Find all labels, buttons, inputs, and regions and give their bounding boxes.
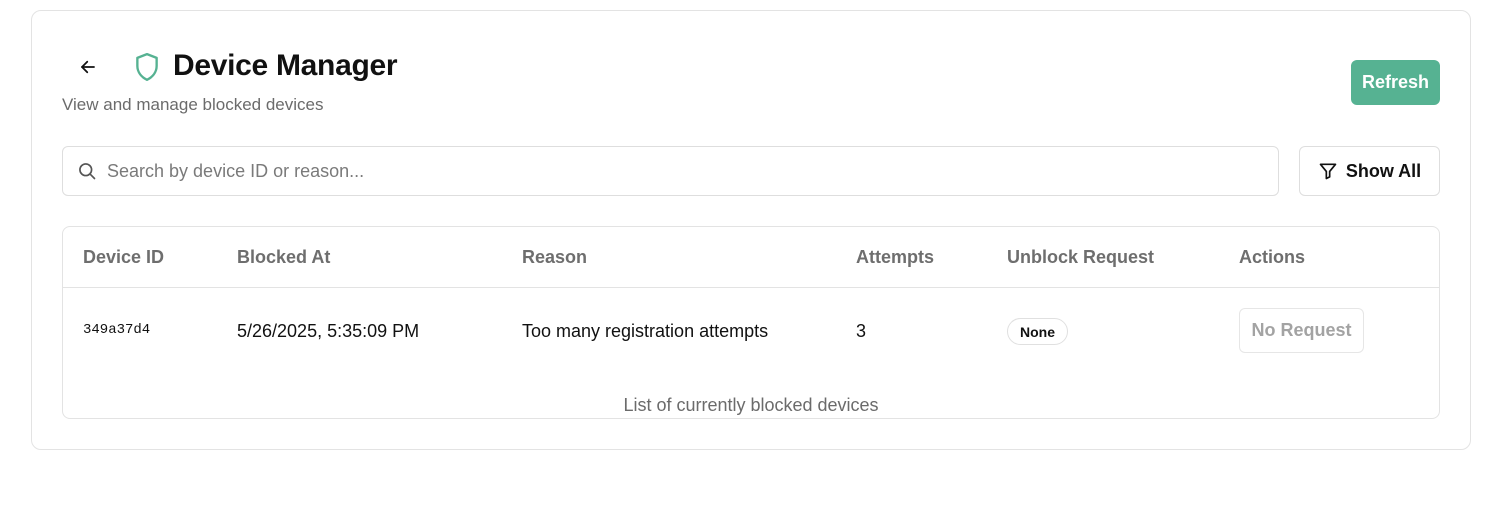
back-button[interactable] (74, 53, 102, 81)
column-header-device-id: Device ID (83, 247, 165, 267)
column-header-unblock-request: Unblock Request (1007, 247, 1155, 267)
page-title: Device Manager (173, 49, 398, 82)
blocked-devices-table: Device ID Blocked At Reason Attempts Unb… (62, 226, 1440, 419)
filter-icon (1319, 163, 1337, 180)
column-header-reason: Reason (522, 247, 588, 267)
arrow-left-icon (81, 60, 95, 74)
show-all-label: Show All (1345, 160, 1422, 181)
column-header-blocked-at: Blocked At (237, 247, 331, 267)
table-caption: List of currently blocked devices (623, 395, 879, 415)
blocked-at-cell: 5/26/2025, 5:35:09 PM (237, 321, 420, 341)
search-icon (79, 163, 96, 180)
no-request-button[interactable]: No Request (1239, 308, 1364, 353)
device-id-cell: 349a37d4 (83, 322, 151, 338)
reason-cell: Too many registration attempts (522, 321, 769, 341)
search-box (62, 146, 1279, 196)
table-header: Device ID Blocked At Reason Attempts Unb… (63, 227, 1439, 288)
search-input[interactable] (107, 147, 1267, 195)
shield-icon (136, 52, 158, 82)
page-subtitle: View and manage blocked devices (62, 95, 324, 114)
attempts-cell: 3 (856, 321, 867, 341)
unblock-request-badge: None (1007, 318, 1068, 345)
table-row: 349a37d4 5/26/2025, 5:35:09 PM Too many … (63, 288, 1439, 376)
device-manager-card: Device Manager View and manage blocked d… (31, 10, 1471, 450)
column-header-attempts: Attempts (856, 247, 935, 267)
column-header-actions: Actions (1239, 247, 1306, 267)
refresh-button[interactable]: Refresh (1351, 60, 1440, 105)
show-all-filter-button[interactable]: Show All (1299, 146, 1440, 196)
